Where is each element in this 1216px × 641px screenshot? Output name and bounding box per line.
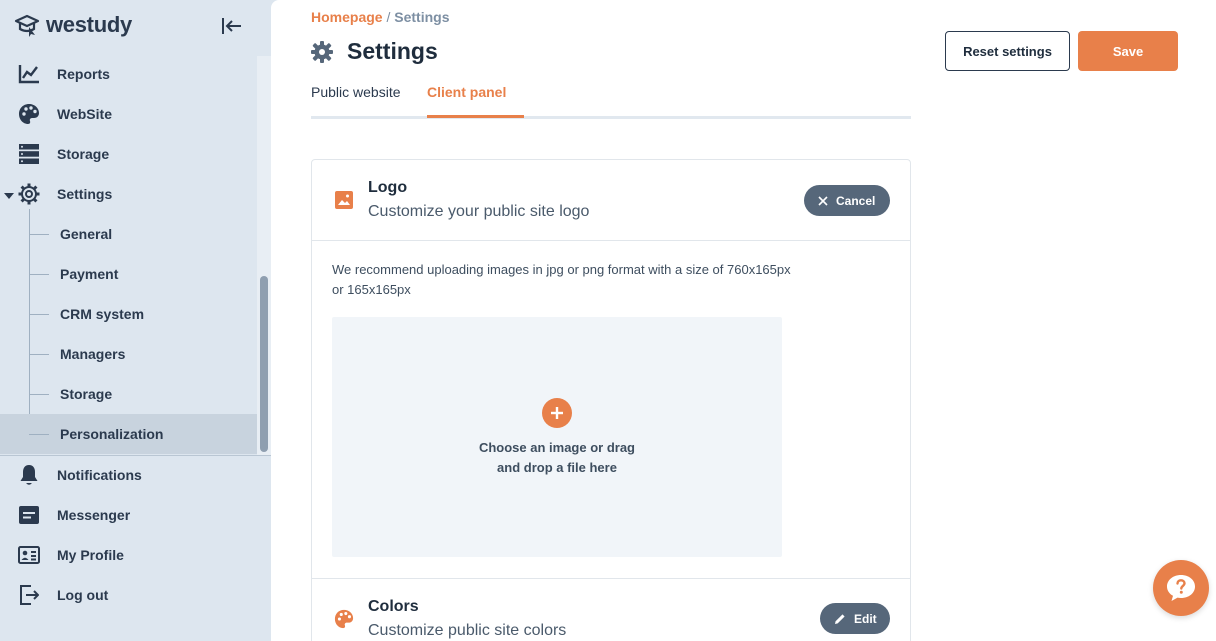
cancel-button-label: Cancel	[836, 193, 876, 208]
sidebar-item-website[interactable]: WebSite	[0, 94, 257, 134]
sidebar-item-label: Reports	[57, 66, 110, 82]
question-chat-icon	[1167, 575, 1195, 601]
message-icon	[18, 504, 40, 526]
save-button[interactable]: Save	[1078, 31, 1178, 71]
chart-line-icon	[18, 63, 40, 85]
close-icon	[818, 195, 828, 206]
logo-section-header: Logo Customize your public site logo Can…	[312, 160, 910, 241]
sidebar-subitem-label: General	[60, 226, 113, 242]
dropzone-text: Choose an image or drag and drop a file …	[332, 438, 782, 478]
breadcrumb-separator: /	[382, 9, 395, 25]
page-title: Settings	[347, 38, 438, 64]
sidebar-item-storage[interactable]: Storage	[0, 134, 257, 174]
graduation-cap-icon	[14, 14, 40, 37]
sidebar-subitem-managers[interactable]: Managers	[0, 334, 257, 374]
reset-settings-button[interactable]: Reset settings	[945, 31, 1070, 71]
sidebar-item-label: WebSite	[57, 106, 112, 122]
sidebar-item-label: My Profile	[57, 547, 124, 563]
bell-icon	[18, 464, 40, 486]
help-chat-button[interactable]	[1153, 560, 1209, 616]
sidebar-item-notifications[interactable]: Notifications	[0, 455, 257, 495]
gear-icon	[18, 183, 40, 205]
logo-section-subtitle: Customize your public site logo	[368, 203, 590, 220]
sidebar-item-label: Messenger	[57, 507, 131, 523]
sidebar: westudy Reports WebSite Storage Settings	[0, 0, 271, 641]
gear-icon	[311, 40, 333, 63]
sidebar-subitem-label: Payment	[60, 266, 119, 282]
sidebar-subitem-crm-system[interactable]: CRM system	[0, 294, 257, 334]
sidebar-subitem-storage[interactable]: Storage	[0, 374, 257, 414]
colors-section-header: Colors Customize public site colors Edit	[312, 578, 910, 641]
dropzone-text-line1: Choose an image or drag	[478, 440, 636, 455]
sidebar-item-settings[interactable]: Settings	[0, 174, 257, 214]
sidebar-item-my-profile[interactable]: My Profile	[0, 535, 257, 575]
breadcrumb: Homepage / Settings	[311, 9, 449, 25]
image-icon	[335, 191, 353, 209]
collapse-sidebar-button[interactable]	[220, 14, 244, 38]
plus-icon	[542, 398, 572, 428]
sidebar-scrollbar-thumb[interactable]	[260, 276, 268, 452]
dropzone-text-line2: and drop a file here	[497, 460, 617, 475]
edit-button-label: Edit	[854, 611, 877, 626]
page-header: Settings	[311, 38, 438, 65]
sidebar-item-log-out[interactable]: Log out	[0, 575, 257, 615]
id-card-icon	[18, 544, 40, 566]
tab-public-website[interactable]: Public website	[311, 84, 401, 100]
sidebar-subitem-label: Managers	[60, 346, 126, 362]
sidebar-subitem-general[interactable]: General	[0, 214, 257, 254]
breadcrumb-home-link[interactable]: Homepage	[311, 9, 383, 25]
pencil-icon	[835, 613, 845, 624]
sidebar-item-label: Storage	[57, 146, 110, 162]
brand-name: westudy	[46, 12, 132, 37]
sidebar-subitem-payment[interactable]: Payment	[0, 254, 257, 294]
sidebar-item-reports[interactable]: Reports	[0, 54, 257, 94]
tab-client-panel[interactable]: Client panel	[427, 84, 506, 100]
settings-tabs: Public website Client panel	[311, 80, 911, 119]
sidebar-subitem-label: CRM system	[60, 306, 145, 322]
sidebar-subitem-label: Storage	[60, 386, 113, 402]
colors-section-title: Colors	[368, 598, 419, 615]
logo-section-title: Logo	[368, 179, 408, 196]
collapse-left-icon	[222, 18, 241, 34]
breadcrumb-current: Settings	[394, 9, 450, 25]
palette-icon	[18, 103, 40, 125]
palette-icon	[334, 609, 354, 629]
logo-upload-note: We recommend uploading images in jpg or …	[332, 262, 791, 297]
colors-section-subtitle: Customize public site colors	[368, 622, 567, 639]
sidebar-item-messenger[interactable]: Messenger	[0, 495, 257, 535]
personalization-card: Logo Customize your public site logo Can…	[311, 159, 911, 641]
cancel-button[interactable]: Cancel	[804, 185, 890, 216]
logout-icon	[18, 584, 40, 606]
sidebar-item-label: Log out	[57, 587, 109, 603]
logo-dropzone[interactable]: Choose an image or drag and drop a file …	[332, 317, 782, 557]
sidebar-subitem-label: Personalization	[60, 426, 164, 442]
brand-logo[interactable]: westudy	[14, 12, 132, 38]
submenu-tree-tick	[29, 434, 49, 435]
active-tab-indicator	[427, 115, 524, 118]
edit-button[interactable]: Edit	[820, 603, 890, 634]
sidebar-item-label: Settings	[57, 186, 113, 202]
sidebar-item-label: Notifications	[57, 467, 142, 483]
server-icon	[18, 143, 40, 165]
main-content: Homepage / Settings Settings Reset setti…	[271, 0, 1216, 641]
